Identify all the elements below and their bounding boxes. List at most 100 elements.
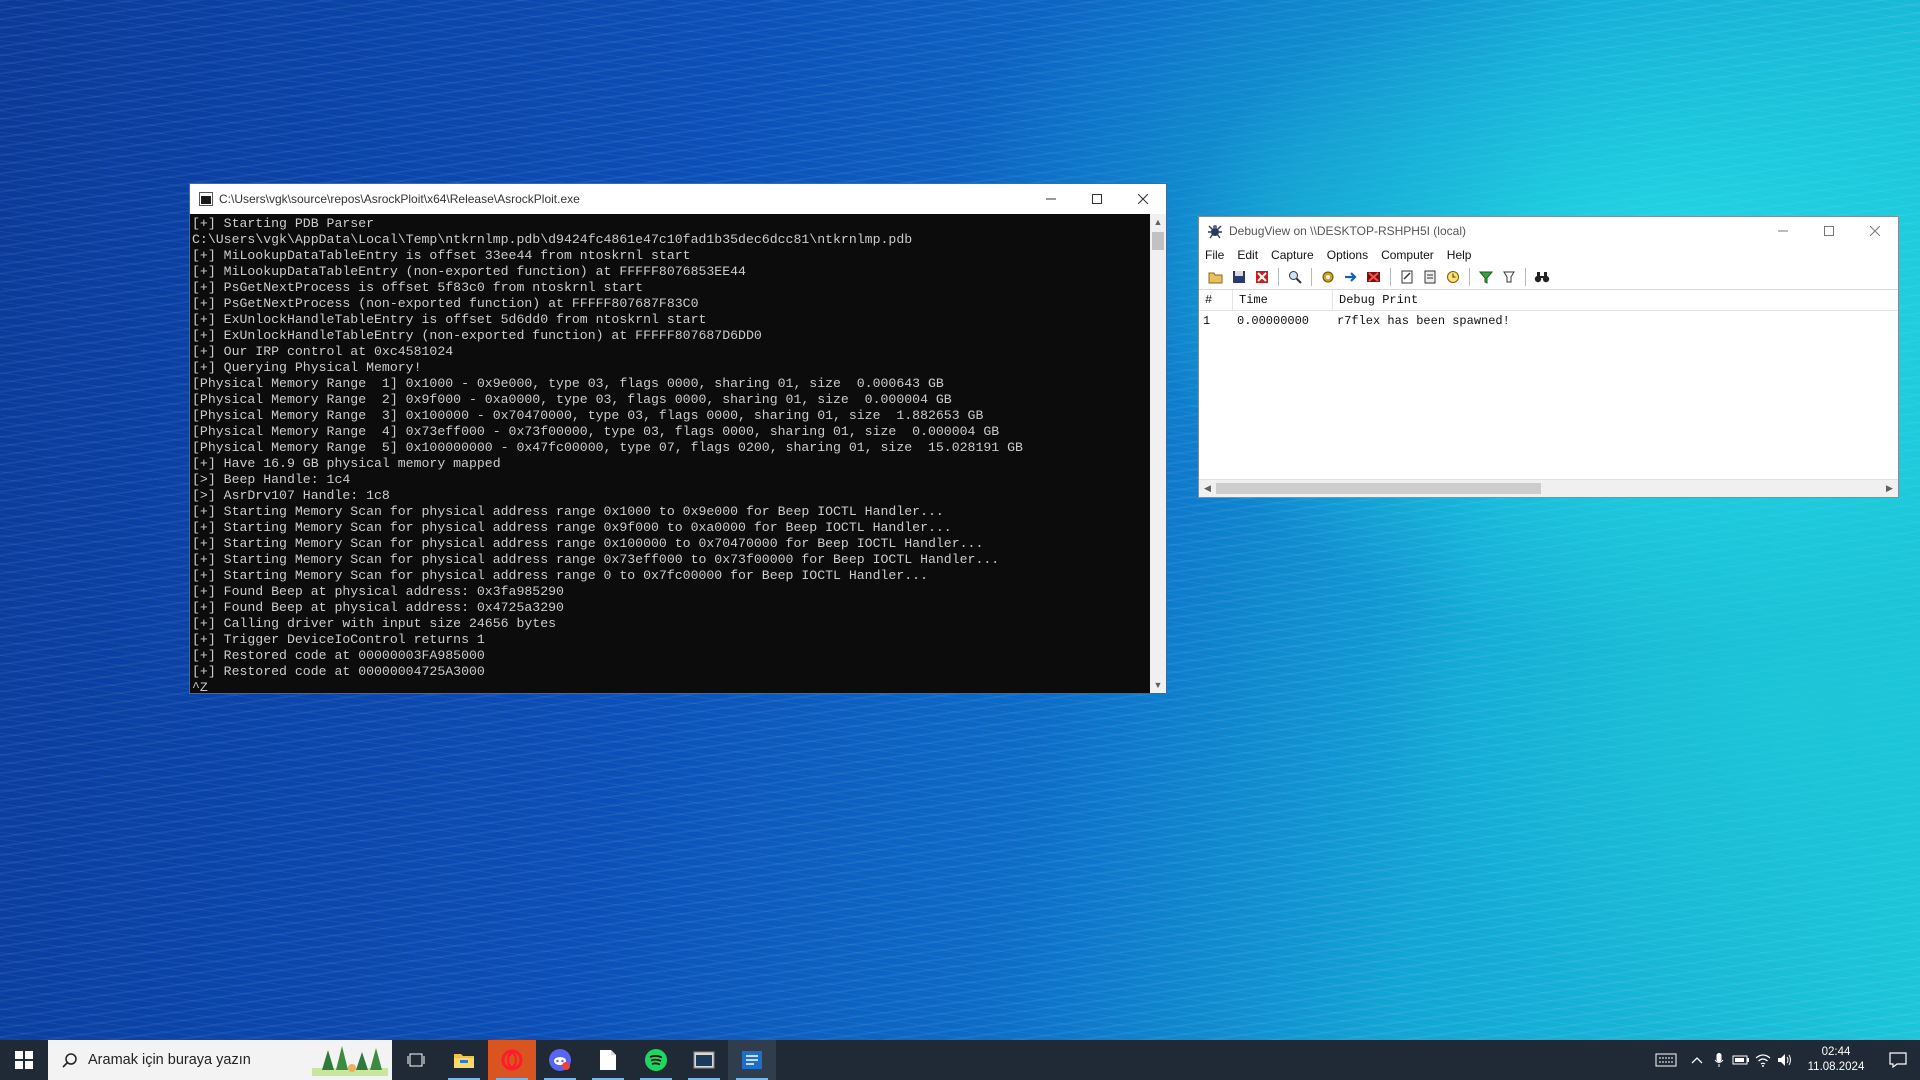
minimize-icon — [1778, 230, 1788, 232]
autoscroll-button[interactable] — [1398, 269, 1415, 286]
volume-button[interactable] — [1774, 1040, 1796, 1080]
clock-button[interactable] — [1444, 269, 1461, 286]
microphone-icon — [1714, 1053, 1724, 1067]
console-line: [+] ExUnlockHandleTableEntry (non-export… — [192, 328, 762, 343]
wifi-icon — [1755, 1054, 1771, 1067]
search-button[interactable] — [1533, 269, 1550, 286]
capture-arrow-button[interactable] — [1342, 269, 1359, 286]
document-icon — [1424, 270, 1435, 284]
toolbar-separator — [1469, 268, 1470, 286]
console-line: [+] Starting PDB Parser — [192, 216, 375, 231]
folder-icon — [454, 1054, 474, 1068]
menu-capture[interactable]: Capture — [1271, 248, 1314, 262]
debugview-window[interactable]: DebugView on \\DESKTOP-RSHPH5I (local) F… — [1198, 216, 1899, 498]
chevron-up-icon — [1691, 1057, 1703, 1064]
minimize-button[interactable] — [1760, 217, 1806, 245]
column-header-number[interactable]: # — [1199, 290, 1233, 310]
task-view-button[interactable] — [392, 1040, 440, 1080]
highlight-icon — [1502, 271, 1515, 283]
scroll-up-icon[interactable]: ▲ — [1150, 214, 1166, 230]
action-center-button[interactable] — [1876, 1040, 1920, 1080]
list-item[interactable]: 1 0.00000000 r7flex has been spawned! — [1199, 311, 1898, 331]
clock[interactable]: 02:44 11.08.2024 — [1796, 1045, 1876, 1075]
console-titlebar[interactable]: C:\Users\vgk\source\repos\AsrockPloit\x6… — [190, 184, 1166, 214]
console-taskbar-button[interactable] — [680, 1040, 728, 1080]
scroll-right-icon[interactable]: ▶ — [1881, 480, 1898, 497]
close-button[interactable] — [1120, 184, 1166, 214]
filter-icon — [1478, 271, 1493, 284]
network-button[interactable] — [1752, 1040, 1774, 1080]
notepad-button[interactable] — [584, 1040, 632, 1080]
column-header-debug-print[interactable]: Debug Print — [1333, 290, 1553, 310]
filter-button[interactable] — [1477, 269, 1494, 286]
open-button[interactable] — [1207, 269, 1224, 286]
scroll-thumb[interactable] — [1216, 483, 1541, 494]
maximize-button[interactable] — [1806, 217, 1852, 245]
scroll-down-icon[interactable]: ▼ — [1150, 677, 1166, 693]
row-debug-print: r7flex has been spawned! — [1337, 314, 1510, 328]
console-line: ^Z — [192, 680, 208, 693]
menu-edit[interactable]: Edit — [1237, 248, 1258, 262]
start-button[interactable] — [0, 1040, 48, 1080]
scroll-thumb[interactable] — [1152, 232, 1164, 250]
console-app-icon — [199, 192, 213, 206]
menu-file[interactable]: File — [1205, 248, 1224, 262]
close-button[interactable] — [1852, 217, 1898, 245]
opera-browser-button[interactable] — [488, 1040, 536, 1080]
stop-capture-button[interactable] — [1365, 269, 1382, 286]
console-line: [+] PsGetNextProcess (non-exported funct… — [192, 296, 699, 311]
list-header: # Time Debug Print — [1199, 290, 1898, 311]
console-window[interactable]: C:\Users\vgk\source\repos\AsrockPloit\x6… — [189, 183, 1167, 694]
console-line: [+] Starting Memory Scan for physical ad… — [192, 552, 1000, 567]
show-hidden-icons-button[interactable] — [1686, 1040, 1708, 1080]
debugview-taskbar-button[interactable] — [728, 1040, 776, 1080]
discord-button[interactable] — [536, 1040, 584, 1080]
clear-button[interactable] — [1253, 269, 1270, 286]
menu-options[interactable]: Options — [1327, 248, 1368, 262]
search-highlight-trees-icon — [312, 1046, 388, 1076]
find-button[interactable] — [1286, 269, 1303, 286]
properties-button[interactable] — [1421, 269, 1438, 286]
document-icon — [600, 1050, 616, 1070]
notification-icon — [1889, 1052, 1907, 1068]
file-explorer-button[interactable] — [440, 1040, 488, 1080]
toolbar-separator — [1278, 268, 1279, 286]
row-time: 0.00000000 — [1237, 314, 1310, 328]
battery-button[interactable] — [1730, 1040, 1752, 1080]
system-tray: 02:44 11.08.2024 — [1646, 1040, 1920, 1080]
search-placeholder: Aramak için buraya yazın — [88, 1052, 251, 1068]
console-line: [+] Found Beep at physical address: 0x47… — [192, 600, 564, 615]
maximize-button[interactable] — [1074, 184, 1120, 214]
close-icon — [1138, 194, 1148, 204]
save-button[interactable] — [1230, 269, 1247, 286]
spotify-button[interactable] — [632, 1040, 680, 1080]
input-indicator-button[interactable] — [1646, 1040, 1686, 1080]
minimize-icon — [1046, 198, 1056, 200]
minimize-button[interactable] — [1028, 184, 1074, 214]
highlight-button[interactable] — [1500, 269, 1517, 286]
opera-icon — [501, 1049, 523, 1071]
console-line: [+] Querying Physical Memory! — [192, 360, 422, 375]
discord-icon — [549, 1049, 571, 1071]
clock-time: 02:44 — [1821, 1046, 1851, 1058]
debugview-titlebar[interactable]: DebugView on \\DESKTOP-RSHPH5I (local) — [1199, 217, 1898, 245]
console-line: [+] MiLookupDataTableEntry is offset 33e… — [192, 248, 691, 263]
capture-kernel-button[interactable] — [1319, 269, 1336, 286]
toolbar-separator — [1311, 268, 1312, 286]
microphone-button[interactable] — [1708, 1040, 1730, 1080]
console-window-icon — [693, 1051, 715, 1069]
console-vertical-scrollbar[interactable]: ▲ ▼ — [1150, 214, 1166, 693]
windows-logo-icon — [15, 1051, 33, 1069]
scroll-left-icon[interactable]: ◀ — [1199, 480, 1216, 497]
horizontal-scrollbar[interactable]: ◀ ▶ — [1199, 479, 1898, 497]
column-header-time[interactable]: Time — [1233, 290, 1333, 310]
console-line: [+] ExUnlockHandleTableEntry is offset 5… — [192, 312, 707, 327]
maximize-icon — [1824, 226, 1834, 236]
console-output[interactable]: [+] Starting PDB Parser C:\Users\vgk\AppD… — [190, 214, 1150, 693]
taskbar-search-box[interactable]: Aramak için buraya yazın — [48, 1040, 392, 1080]
console-line: [Physical Memory Range 3] 0x100000 - 0x7… — [192, 408, 984, 423]
menu-computer[interactable]: Computer — [1381, 248, 1434, 262]
debug-output-list[interactable]: # Time Debug Print 1 0.00000000 r7flex h… — [1199, 290, 1898, 479]
menu-help[interactable]: Help — [1447, 248, 1472, 262]
open-folder-icon — [1208, 272, 1222, 284]
